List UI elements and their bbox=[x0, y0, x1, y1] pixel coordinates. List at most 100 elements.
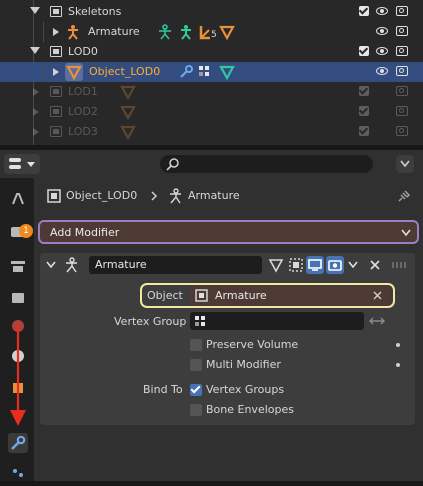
vertex-groups-icon[interactable] bbox=[198, 24, 212, 40]
vertex-group-field[interactable] bbox=[190, 312, 364, 330]
search-input[interactable] bbox=[160, 155, 373, 173]
disclosure-closed-icon[interactable] bbox=[33, 108, 39, 116]
tab-particles[interactable] bbox=[8, 463, 28, 483]
vertex-groups-label: Vertex Groups bbox=[206, 383, 285, 396]
object-value: Armature bbox=[215, 289, 267, 302]
visibility-eye-icon[interactable] bbox=[376, 47, 388, 55]
mesh-object-icon bbox=[66, 65, 82, 80]
disclosure-closed-icon[interactable] bbox=[33, 88, 39, 96]
chevron-right-icon bbox=[151, 191, 158, 201]
vertex-group-icon[interactable] bbox=[198, 65, 212, 79]
disclosure-open-icon[interactable] bbox=[30, 47, 40, 54]
collection-label: Skeletons bbox=[68, 5, 122, 18]
mesh-data-icon[interactable] bbox=[219, 64, 235, 80]
visibility-eye-icon[interactable] bbox=[376, 67, 388, 75]
pose-icon[interactable] bbox=[178, 24, 194, 40]
drag-handle[interactable] bbox=[392, 262, 406, 268]
add-modifier-button[interactable]: Add Modifier bbox=[38, 220, 419, 244]
camera-icon bbox=[328, 260, 342, 271]
header-options-button[interactable] bbox=[396, 155, 414, 173]
visibility-eye-icon[interactable] bbox=[376, 27, 388, 35]
exclude-checkbox[interactable] bbox=[359, 86, 369, 96]
armature-data-icon[interactable] bbox=[157, 24, 173, 40]
exclude-checkbox[interactable] bbox=[359, 106, 369, 116]
realtime-toggle[interactable] bbox=[306, 256, 324, 274]
armature-data-icon bbox=[170, 188, 181, 204]
object-field[interactable]: Armature bbox=[190, 286, 390, 305]
add-modifier-label: Add Modifier bbox=[50, 226, 120, 239]
disclosure-open-icon[interactable] bbox=[30, 7, 40, 14]
modifier-name-input[interactable]: Armature bbox=[89, 256, 262, 274]
visibility-eye-icon[interactable] bbox=[376, 7, 388, 15]
tab-output[interactable] bbox=[8, 256, 28, 276]
object-data-icon bbox=[47, 189, 61, 203]
vertex-groups-checkbox[interactable] bbox=[190, 384, 202, 396]
monitor-icon bbox=[308, 259, 322, 271]
exclude-checkbox[interactable] bbox=[359, 46, 369, 56]
keyframe-dot[interactable] bbox=[396, 363, 400, 367]
properties-editor-icon bbox=[9, 158, 21, 162]
vertex-group-label: Vertex Group bbox=[114, 315, 187, 328]
preserve-volume-label: Preserve Volume bbox=[206, 338, 299, 351]
bone-envelopes-label: Bone Envelopes bbox=[206, 403, 294, 416]
chevron-down-icon[interactable] bbox=[46, 261, 56, 269]
render-camera-icon[interactable] bbox=[396, 86, 408, 96]
edit-mode-icon[interactable] bbox=[288, 257, 304, 273]
collection-icon bbox=[50, 126, 62, 137]
render-camera-icon[interactable] bbox=[396, 26, 408, 36]
particles-icon bbox=[13, 469, 23, 477]
modifier-wrench-icon[interactable] bbox=[178, 64, 194, 80]
tool-icon bbox=[12, 193, 24, 205]
render-toggle[interactable] bbox=[326, 256, 344, 274]
multi-modifier-checkbox[interactable] bbox=[190, 359, 202, 371]
modifier-menu-chevron-icon[interactable] bbox=[348, 261, 358, 269]
collection-icon bbox=[50, 46, 62, 57]
exclude-checkbox[interactable] bbox=[359, 126, 369, 136]
close-icon[interactable] bbox=[369, 259, 381, 271]
chevron-down-icon bbox=[401, 229, 411, 237]
object-label: Object_LOD0 bbox=[89, 65, 161, 78]
render-camera-icon[interactable] bbox=[396, 126, 408, 136]
tab-view-layer[interactable] bbox=[8, 288, 28, 308]
collection-label: LOD3 bbox=[68, 125, 98, 138]
bone-envelopes-checkbox[interactable] bbox=[190, 404, 202, 416]
modifier-header: Armature bbox=[40, 253, 415, 277]
disclosure-closed-icon[interactable] bbox=[33, 128, 39, 136]
outliner-row-lod0[interactable]: LOD0 bbox=[0, 42, 423, 62]
tab-tool[interactable] bbox=[8, 188, 28, 208]
collection-label: LOD2 bbox=[68, 105, 98, 118]
vertex-group-icon bbox=[195, 316, 205, 326]
invert-arrows-icon[interactable] bbox=[368, 314, 386, 328]
search-icon bbox=[166, 158, 179, 171]
collection-icon bbox=[50, 106, 62, 117]
disclosure-closed-icon[interactable] bbox=[53, 28, 59, 36]
render-camera-icon[interactable] bbox=[396, 106, 408, 116]
clear-icon[interactable] bbox=[373, 291, 382, 300]
render-camera-icon[interactable] bbox=[396, 66, 408, 76]
edit-mode-cage-icon[interactable] bbox=[268, 257, 284, 273]
outliner-row-lod1[interactable]: LOD1 bbox=[0, 82, 423, 102]
outliner-row-lod2[interactable]: LOD2 bbox=[0, 102, 423, 122]
breadcrumb: Object_LOD0 Armature bbox=[46, 186, 396, 206]
annotation-arrow-icon bbox=[10, 324, 26, 426]
output-icon bbox=[11, 261, 25, 272]
outliner-row-skeletons[interactable]: Skeletons bbox=[0, 2, 423, 22]
tree-line bbox=[43, 22, 44, 42]
exclude-checkbox[interactable] bbox=[359, 6, 369, 16]
object-data-icon bbox=[195, 289, 208, 302]
render-camera-icon[interactable] bbox=[396, 46, 408, 56]
preserve-volume-checkbox[interactable] bbox=[190, 339, 202, 351]
keyframe-dot[interactable] bbox=[396, 343, 400, 347]
collection-label: LOD1 bbox=[68, 85, 98, 98]
outliner-row-object-lod0[interactable]: Object_LOD0 bbox=[0, 62, 423, 82]
render-camera-icon[interactable] bbox=[396, 6, 408, 16]
tab-modifiers[interactable] bbox=[8, 433, 28, 453]
properties-editor-icon-line bbox=[9, 165, 21, 169]
pin-icon[interactable] bbox=[398, 188, 412, 202]
mesh-data-icon[interactable] bbox=[219, 24, 235, 40]
outliner-row-lod3[interactable]: LOD3 bbox=[0, 122, 423, 142]
outliner-row-armature[interactable]: Armature 5 bbox=[0, 22, 423, 42]
editor-type-button[interactable] bbox=[4, 154, 40, 174]
disclosure-closed-icon[interactable] bbox=[53, 68, 59, 76]
armature-modifier-icon bbox=[66, 257, 77, 273]
